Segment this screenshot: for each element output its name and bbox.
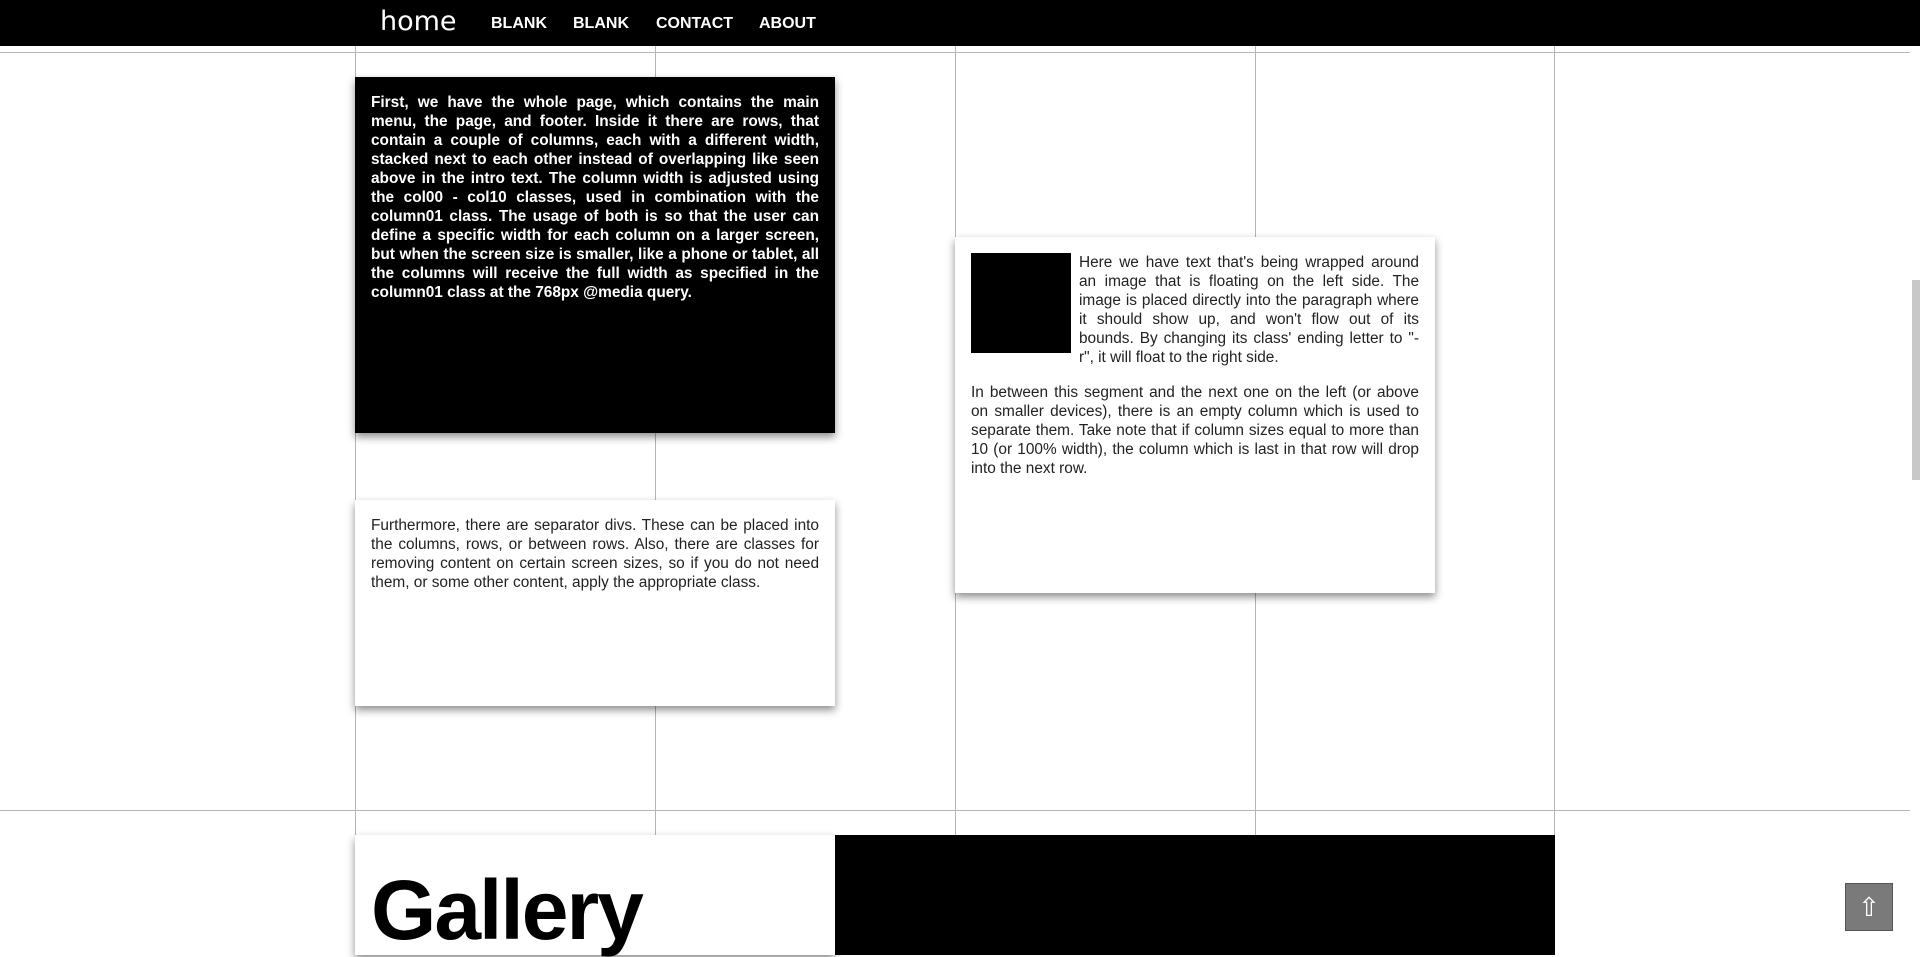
float-card: Here we have text that's being wrapped a… — [955, 237, 1435, 593]
top-nav-bar: home BLANK BLANK CONTACT ABOUT — [0, 0, 1920, 46]
gallery-title: Gallery — [371, 863, 644, 957]
separator-card: Furthermore, there are separator divs. T… — [355, 500, 835, 706]
intro-text: First, we have the whole page, which con… — [371, 94, 819, 301]
floating-image — [971, 253, 1071, 353]
home-link[interactable]: home — [380, 4, 457, 40]
float-text-2: In between this segment and the next one… — [971, 384, 1419, 477]
scrollbar-thumb[interactable] — [1912, 280, 1920, 480]
intro-card: First, we have the whole page, which con… — [355, 77, 835, 433]
gallery-image-area — [835, 835, 1555, 955]
gallery-card: Gallery — [355, 835, 835, 955]
separator-text: Furthermore, there are separator divs. T… — [371, 517, 819, 591]
nav-item-contact[interactable]: CONTACT — [656, 13, 733, 35]
grid-line — [1554, 46, 1555, 944]
nav-item-blank-1[interactable]: BLANK — [491, 13, 547, 35]
nav-item-blank-2[interactable]: BLANK — [573, 13, 629, 35]
back-to-top-button[interactable]: ⇧ — [1845, 883, 1893, 931]
arrow-up-icon: ⇧ — [1858, 891, 1880, 922]
nav-item-about[interactable]: ABOUT — [759, 13, 816, 35]
